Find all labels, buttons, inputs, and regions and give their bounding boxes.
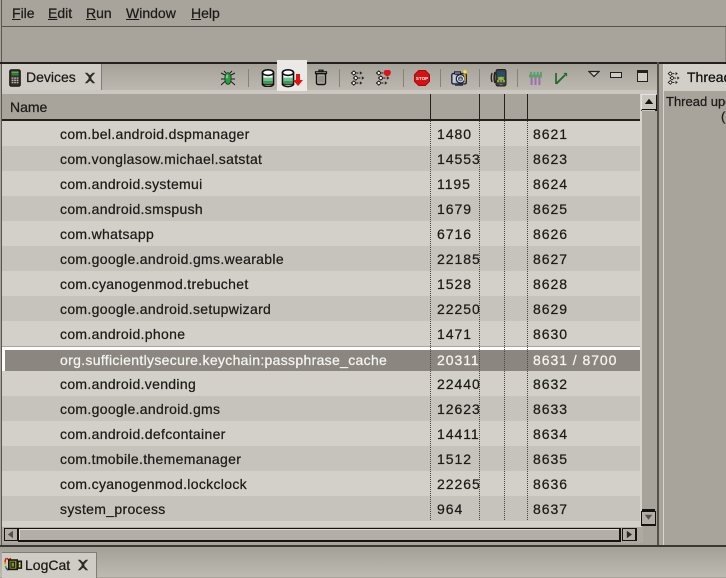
svg-text:STOP: STOP xyxy=(416,76,428,81)
